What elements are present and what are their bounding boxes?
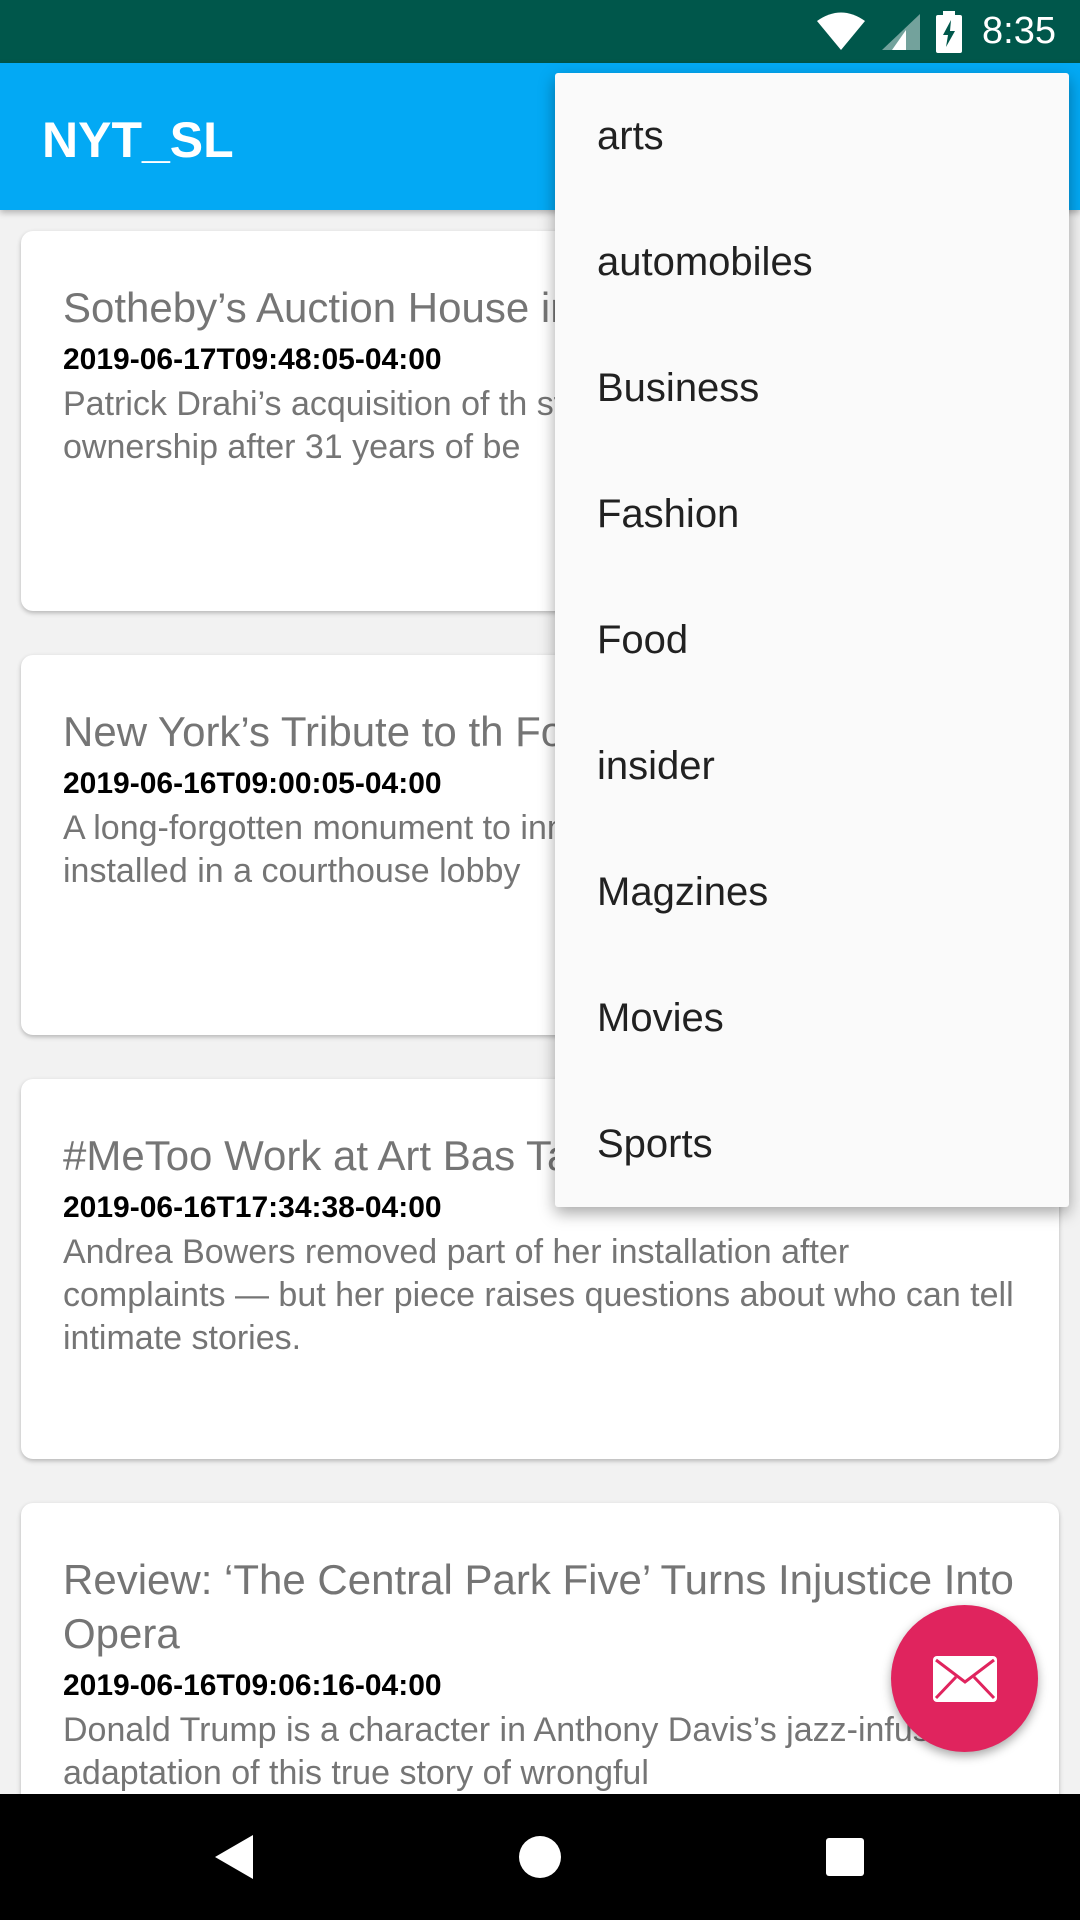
menu-item-movies[interactable]: Movies xyxy=(555,955,1069,1081)
section-dropdown-menu: arts automobiles Business Fashion Food i… xyxy=(555,73,1069,1207)
menu-item-insider[interactable]: insider xyxy=(555,703,1069,829)
article-date: 2019-06-16T09:06:16-04:00 xyxy=(63,1669,442,1702)
home-button[interactable] xyxy=(460,1794,620,1920)
article-title: Review: ‘The Central Park Five’ Turns In… xyxy=(63,1556,1014,1657)
email-icon xyxy=(932,1655,997,1702)
menu-item-arts[interactable]: arts xyxy=(555,73,1069,199)
status-bar: 8:35 xyxy=(0,0,1080,63)
recents-button[interactable] xyxy=(765,1794,925,1920)
app-title: NYT_SL xyxy=(42,112,234,168)
menu-item-business[interactable]: Business xyxy=(555,325,1069,451)
battery-charging-icon xyxy=(936,10,963,53)
article-abstract: Donald Trump is a character in Anthony D… xyxy=(63,1711,968,1792)
menu-item-fashion[interactable]: Fashion xyxy=(555,451,1069,577)
home-icon xyxy=(519,1836,561,1878)
menu-item-automobiles[interactable]: automobiles xyxy=(555,199,1069,325)
status-icons: 8:35 xyxy=(816,0,1056,63)
signal-icon xyxy=(882,13,921,50)
navigation-bar xyxy=(0,1794,1080,1920)
back-button[interactable] xyxy=(155,1794,315,1920)
recents-icon xyxy=(826,1838,864,1876)
menu-item-magazines[interactable]: Magzines xyxy=(555,829,1069,955)
wifi-icon xyxy=(817,12,866,50)
menu-item-food[interactable]: Food xyxy=(555,577,1069,703)
article-abstract: Andrea Bowers removed part of her instal… xyxy=(63,1233,1014,1357)
menu-item-sports[interactable]: Sports xyxy=(555,1081,1069,1207)
status-time: 8:35 xyxy=(982,10,1056,52)
back-icon xyxy=(215,1835,253,1879)
email-fab-button[interactable] xyxy=(891,1605,1038,1752)
